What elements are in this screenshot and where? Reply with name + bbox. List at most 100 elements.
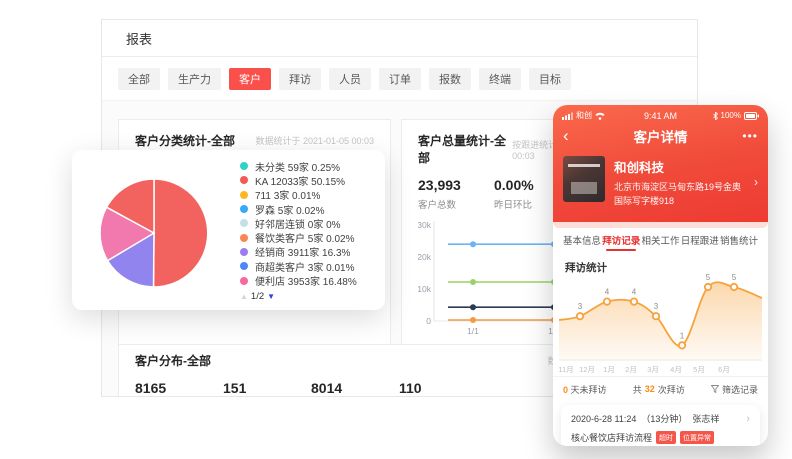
stat-current-city: 110 当前城市客户数 bbox=[399, 380, 466, 397]
screenshot-stage: 报表 全部 生产力 客户 拜访 人员 订单 报数 终端 目标 客户分类统计-全部… bbox=[0, 0, 792, 459]
pie-chart[interactable] bbox=[74, 152, 234, 309]
status-time: 9:41 AM bbox=[626, 111, 695, 121]
chevron-right-icon: › bbox=[754, 175, 758, 189]
more-icon[interactable]: ••• bbox=[704, 129, 758, 143]
filter-records-button[interactable]: 筛选记录 bbox=[711, 383, 758, 396]
visit-record-item[interactable]: 2020-6-28 11:24 （13分钟） 张志祥 › 核心餐饮店拜访流程 超… bbox=[561, 405, 760, 446]
svg-text:11月: 11月 bbox=[559, 365, 574, 374]
company-name: 和创科技 bbox=[614, 157, 745, 176]
svg-text:6月: 6月 bbox=[718, 365, 730, 374]
visit-summary-row: 0 天未拜访 共 32 次拜访 筛选记录 bbox=[553, 376, 768, 401]
days-since-visit: 0 天未拜访 bbox=[563, 383, 607, 396]
carrier-label: 和创 bbox=[576, 110, 592, 121]
area-chart: 344315511月12月1月2月3月4月5月6月 bbox=[559, 272, 762, 376]
svg-text:30k: 30k bbox=[418, 220, 432, 230]
card-title: 客户总量统计-全部 bbox=[418, 132, 512, 166]
tab-productivity[interactable]: 生产力 bbox=[168, 68, 221, 90]
tab-terminal[interactable]: 终端 bbox=[479, 68, 521, 90]
pager-down-icon[interactable]: ▼ bbox=[267, 292, 275, 301]
tab-customer[interactable]: 客户 bbox=[229, 68, 271, 90]
record-badge-overtime: 超时 bbox=[656, 431, 676, 444]
legend-item[interactable]: 餐饮类客户 5家 0.02% bbox=[240, 230, 357, 244]
tab-people[interactable]: 人员 bbox=[329, 68, 371, 90]
tab-target[interactable]: 目标 bbox=[529, 68, 571, 90]
legend-item[interactable]: 商超类客户 3家 0.01% bbox=[240, 259, 357, 273]
legend-dot bbox=[240, 162, 248, 170]
svg-text:2月: 2月 bbox=[625, 365, 637, 374]
card-timestamp: 数据统计于 2021-01-05 00:03 bbox=[255, 134, 374, 147]
page-title: 报表 bbox=[126, 29, 152, 48]
phone-page-title: 客户详情 bbox=[617, 126, 704, 146]
legend-item[interactable]: 经销商 3911家 16.3% bbox=[240, 245, 357, 259]
svg-text:4: 4 bbox=[605, 288, 610, 297]
battery-icon bbox=[744, 112, 759, 120]
signal-icon bbox=[562, 112, 573, 120]
chevron-right-icon: › bbox=[746, 413, 750, 425]
svg-text:0: 0 bbox=[426, 316, 431, 326]
svg-text:4月: 4月 bbox=[670, 365, 682, 374]
svg-text:1: 1 bbox=[680, 331, 685, 340]
tab-order[interactable]: 订单 bbox=[379, 68, 421, 90]
stat-no-location: 8014 无定位信息 bbox=[311, 380, 373, 397]
legend-item[interactable]: 711 3家 0.01% bbox=[240, 188, 357, 202]
pager-up-icon[interactable]: ▲ bbox=[240, 292, 248, 301]
phone-navbar: ‹ 客户详情 ••• bbox=[553, 121, 768, 147]
report-tabbar: 全部 生产力 客户 拜访 人员 订单 报数 终端 目标 bbox=[102, 57, 697, 100]
company-row[interactable]: 和创科技 北京市海淀区马甸东路19号金奥国际写字楼918 › bbox=[553, 147, 768, 209]
record-person: 张志祥 bbox=[692, 412, 719, 425]
pager-label: 1/2 bbox=[251, 291, 264, 302]
legend-dot bbox=[240, 219, 248, 227]
tab-basic-info[interactable]: 基本信息 bbox=[563, 233, 601, 252]
legend-item[interactable]: 罗森 5家 0.02% bbox=[240, 202, 357, 216]
tab-sales-stats[interactable]: 销售统计 bbox=[720, 233, 758, 252]
card-title: 客户分布-全部 bbox=[135, 352, 211, 369]
svg-text:10k: 10k bbox=[418, 284, 432, 294]
legend-dot bbox=[240, 191, 248, 199]
legend-item[interactable]: KA 12033家 50.15% bbox=[240, 173, 357, 187]
svg-text:3: 3 bbox=[578, 302, 583, 311]
record-datetime: 2020-6-28 11:24 bbox=[571, 414, 636, 424]
stat-day-ratio: 0.00% 昨日环比 bbox=[494, 177, 556, 211]
svg-text:1/1: 1/1 bbox=[467, 326, 479, 336]
funnel-icon bbox=[711, 385, 719, 393]
phone-header: 和创 9:41 AM 100% bbox=[553, 105, 768, 222]
record-flow-name: 核心餐饮店拜访流程 bbox=[571, 431, 652, 444]
bluetooth-icon bbox=[713, 112, 718, 120]
svg-text:5: 5 bbox=[706, 273, 711, 282]
legend-item[interactable]: 便利店 3953家 16.48% bbox=[240, 273, 357, 287]
record-badge-location: 位置异常 bbox=[680, 431, 714, 444]
tab-visit-records[interactable]: 拜访记录 bbox=[602, 233, 640, 252]
svg-text:3: 3 bbox=[654, 302, 659, 311]
svg-text:20k: 20k bbox=[418, 252, 432, 262]
back-icon[interactable]: ‹ bbox=[563, 127, 617, 144]
legend-item[interactable]: 未分类 59家 0.25% bbox=[240, 159, 357, 173]
legend-item[interactable]: 好邻居连锁 0家 0% bbox=[240, 216, 357, 230]
stat-with-location: 151 有定位信息 bbox=[223, 380, 285, 397]
tab-schedule[interactable]: 日程跟进 bbox=[681, 233, 719, 252]
phone-mockup: 和创 9:41 AM 100% bbox=[553, 105, 768, 446]
svg-text:5: 5 bbox=[732, 273, 737, 282]
wifi-icon bbox=[595, 112, 605, 120]
legend-dot bbox=[240, 234, 248, 242]
legend-dot bbox=[240, 262, 248, 270]
pie-pager: ▲ 1/2 ▼ bbox=[240, 291, 275, 302]
pie-popup-card: 未分类 59家 0.25% KA 12033家 50.15% 711 3家 0.… bbox=[72, 150, 385, 310]
card-title: 客户分类统计-全部 bbox=[135, 132, 235, 149]
tab-related-work[interactable]: 相关工作 bbox=[641, 233, 679, 252]
svg-text:5月: 5月 bbox=[693, 365, 705, 374]
visit-stats-title: 拜访统计 bbox=[553, 252, 768, 272]
tab-visit[interactable]: 拜访 bbox=[279, 68, 321, 90]
panel-header: 报表 bbox=[102, 20, 697, 57]
company-photo bbox=[563, 156, 605, 202]
battery-label: 100% bbox=[721, 111, 741, 120]
legend-dot bbox=[240, 248, 248, 256]
svg-text:4: 4 bbox=[632, 288, 637, 297]
total-visits: 共 32 次拜访 bbox=[633, 383, 685, 396]
legend-dot bbox=[240, 277, 248, 285]
record-duration: （13分钟） bbox=[641, 412, 687, 425]
svg-text:12月: 12月 bbox=[579, 365, 595, 374]
tab-all[interactable]: 全部 bbox=[118, 68, 160, 90]
legend-dot bbox=[240, 205, 248, 213]
tab-report-count[interactable]: 报数 bbox=[429, 68, 471, 90]
phone-tabbar: 基本信息 拜访记录 相关工作 日程跟进 销售统计 bbox=[553, 228, 768, 252]
